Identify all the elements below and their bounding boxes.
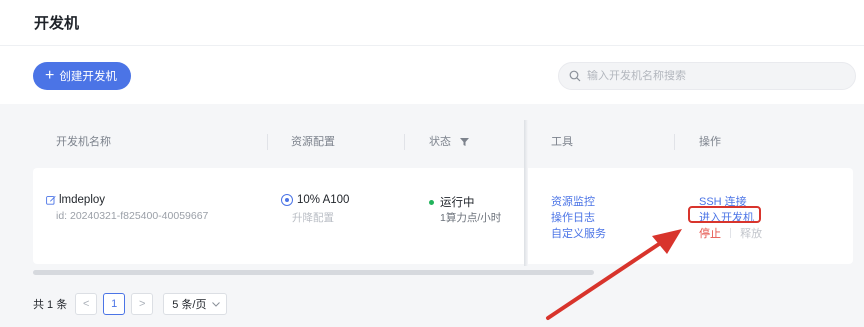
prev-page-button[interactable]: < bbox=[75, 293, 98, 315]
next-page-button[interactable]: > bbox=[131, 293, 154, 315]
column-divider bbox=[674, 134, 675, 150]
create-devbox-button[interactable]: + 创建开发机 bbox=[33, 62, 131, 90]
gpu-icon bbox=[281, 194, 293, 206]
col-header-tools: 工具 bbox=[551, 136, 573, 148]
search-box[interactable] bbox=[558, 62, 856, 90]
resource-cell: 10% A100 bbox=[281, 194, 349, 206]
status-text: 运行中 bbox=[440, 197, 475, 209]
search-input[interactable] bbox=[587, 70, 837, 82]
col-header-name: 开发机名称 bbox=[56, 136, 111, 148]
plus-icon: + bbox=[45, 67, 55, 84]
status-cell: 运行中 bbox=[429, 194, 475, 210]
tool-custom-service[interactable]: 自定义服务 bbox=[551, 225, 606, 241]
stop-link[interactable]: 停止 bbox=[699, 228, 721, 240]
col-header-resource: 资源配置 bbox=[291, 136, 335, 148]
resize-config-link[interactable]: 升降配置 bbox=[292, 210, 334, 225]
col-header-actions: 操作 bbox=[699, 136, 721, 148]
toolbar: + 创建开发机 bbox=[0, 46, 864, 104]
filter-icon[interactable] bbox=[460, 138, 470, 146]
tool-resource-monitor[interactable]: 资源监控 bbox=[551, 193, 595, 209]
create-devbox-label: 创建开发机 bbox=[59, 71, 117, 83]
resource-value: 10% A100 bbox=[297, 194, 350, 207]
total-count: 共 1 条 bbox=[33, 299, 68, 311]
page-size-select[interactable]: 5 条/页 bbox=[163, 293, 228, 315]
pagination: 共 1 条 < 1 > 5 条/页 bbox=[33, 292, 228, 316]
action-divider bbox=[730, 228, 732, 238]
page-header: 开发机 bbox=[0, 0, 864, 46]
table-area: 开发机名称 资源配置 状态 工具 操作 lmdeploy id: 2024032… bbox=[0, 104, 864, 327]
column-divider bbox=[404, 134, 405, 150]
status-detail: 1算力点/小时 bbox=[440, 212, 502, 224]
search-icon bbox=[569, 70, 581, 82]
tool-operation-log[interactable]: 操作日志 bbox=[551, 209, 595, 225]
release-link[interactable]: 释放 bbox=[740, 228, 762, 240]
page-size-value: 5 条/页 bbox=[172, 299, 207, 311]
fixed-column-shadow bbox=[524, 120, 528, 266]
devbox-name-cell: lmdeploy bbox=[46, 194, 105, 206]
devbox-table: 开发机名称 资源配置 状态 工具 操作 lmdeploy id: 2024032… bbox=[33, 120, 853, 275]
devbox-id: id: 20240321-f825400-40059667 bbox=[56, 210, 209, 222]
col-header-status[interactable]: 状态 bbox=[429, 120, 470, 164]
row-secondary-actions: 停止 释放 bbox=[699, 225, 762, 241]
page-title: 开发机 bbox=[34, 15, 80, 32]
col-header-status-label: 状态 bbox=[429, 136, 451, 148]
annotation-highlight-box bbox=[688, 206, 761, 223]
page-1-button[interactable]: 1 bbox=[103, 293, 126, 315]
column-divider bbox=[267, 134, 268, 150]
devbox-name: lmdeploy bbox=[59, 194, 106, 206]
chevron-down-icon bbox=[212, 301, 221, 307]
table-header: 开发机名称 资源配置 状态 工具 操作 bbox=[33, 120, 853, 164]
edit-icon[interactable] bbox=[46, 195, 56, 205]
status-dot bbox=[429, 200, 434, 206]
horizontal-scrollbar[interactable] bbox=[33, 270, 594, 275]
